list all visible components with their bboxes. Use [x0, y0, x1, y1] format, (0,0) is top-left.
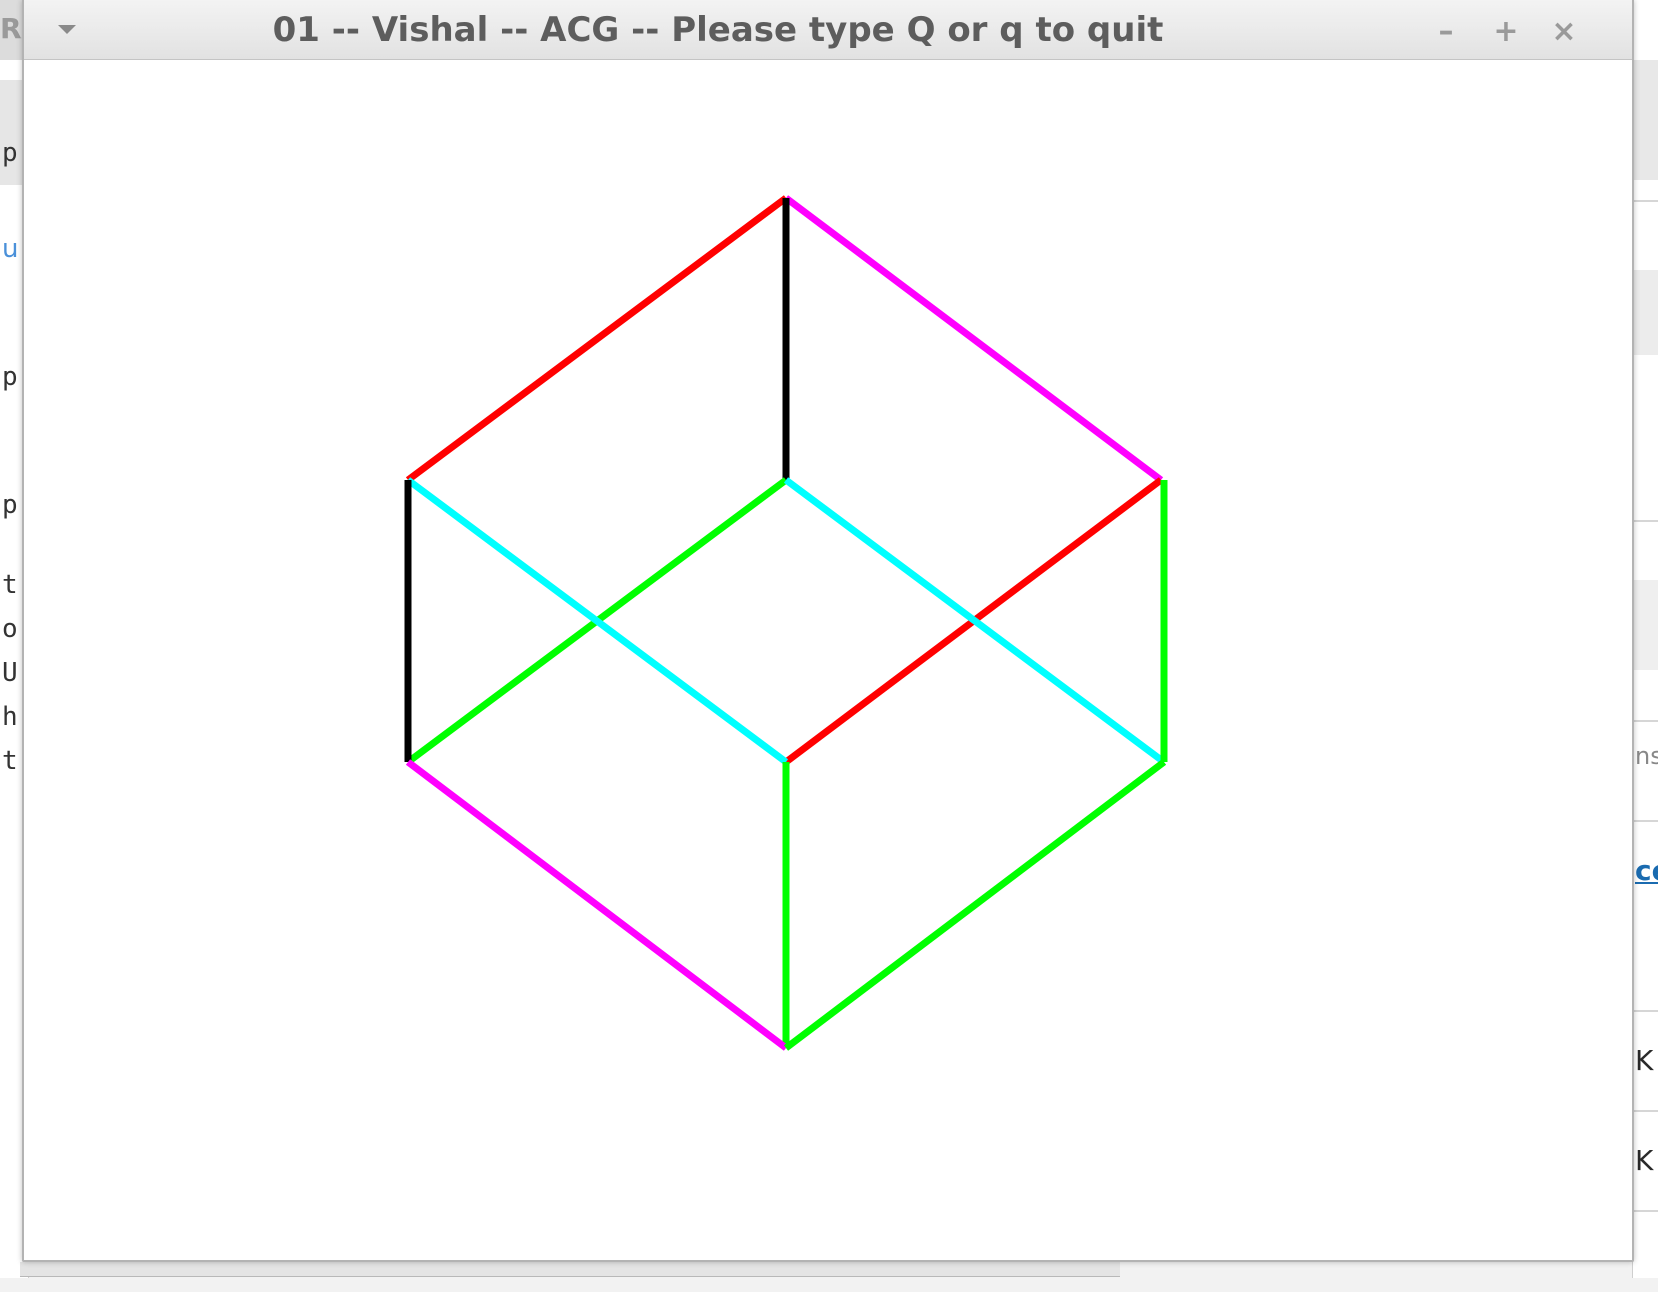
background-divider: [1633, 820, 1658, 822]
background-text-fragment: U: [2, 658, 18, 688]
title-bar[interactable]: 01 -- Vishal -- ACG -- Please type Q or …: [24, 0, 1632, 60]
window-title: 01 -- Vishal -- ACG -- Please type Q or …: [272, 10, 1164, 50]
background-text-fragment: h: [2, 702, 18, 732]
background-link-fragment[interactable]: ce: [1635, 854, 1658, 887]
background-divider: [1633, 200, 1658, 202]
background-text-fragment: p: [2, 362, 18, 392]
background-panel: [1633, 60, 1658, 180]
cube-edge: [405, 759, 789, 1051]
background-divider: [1633, 1210, 1658, 1212]
background-divider: [1633, 520, 1658, 522]
background-panel: [1633, 270, 1658, 355]
background-text-fragment: K: [1635, 1144, 1654, 1177]
background-app-right: ns ce K K: [1632, 0, 1658, 1278]
wireframe-cube-drawing: [404, 195, 1168, 1051]
cube-edge: [405, 195, 789, 483]
cube-edge: [783, 195, 1164, 483]
minimize-button[interactable]: –: [1426, 12, 1466, 52]
background-divider: [1633, 720, 1658, 722]
opengl-canvas[interactable]: [24, 60, 1632, 1260]
background-text-fragment: p: [2, 490, 18, 520]
background-text-fragment: o: [2, 614, 18, 644]
background-divider: [1633, 1110, 1658, 1112]
app-window[interactable]: 01 -- Vishal -- ACG -- Please type Q or …: [22, 0, 1634, 1262]
background-divider: [1633, 1010, 1658, 1012]
maximize-button[interactable]: +: [1486, 12, 1526, 52]
background-panel: [1633, 580, 1658, 670]
close-button[interactable]: ×: [1544, 12, 1584, 52]
background-window-edge: [20, 1262, 1120, 1277]
background-text-fragment: t: [2, 570, 18, 600]
background-text-fragment: t: [2, 746, 18, 776]
cube-edge: [783, 759, 1167, 1051]
background-text-fragment: p: [2, 138, 18, 168]
background-link-fragment[interactable]: u: [2, 234, 18, 264]
background-text-fragment: K: [1635, 1044, 1654, 1077]
background-text-fragment: ns: [1635, 742, 1658, 770]
